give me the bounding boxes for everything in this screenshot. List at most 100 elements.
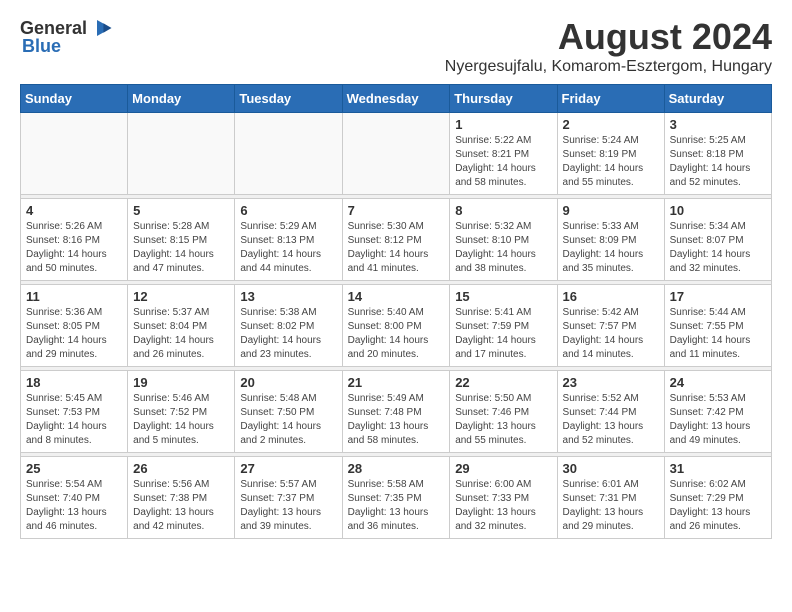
day-info: Sunrise: 6:02 AM Sunset: 7:29 PM Dayligh…: [670, 478, 766, 534]
day-number: 20: [240, 375, 336, 390]
day-cell: [21, 113, 128, 195]
day-cell: 12 Sunrise: 5:37 AM Sunset: 8:04 PM Dayli…: [128, 285, 235, 367]
header-sunday: Sunday: [21, 85, 128, 113]
day-cell: 2 Sunrise: 5:24 AM Sunset: 8:19 PM Daylig…: [557, 113, 664, 195]
day-number: 4: [26, 203, 122, 218]
day-cell: [128, 113, 235, 195]
day-info: Sunrise: 5:58 AM Sunset: 7:35 PM Dayligh…: [348, 478, 445, 534]
day-cell: 19Sunrise: 5:46 AM Sunset: 7:52 PM Dayli…: [128, 371, 235, 453]
day-number: 22: [455, 375, 551, 390]
day-cell: 13 Sunrise: 5:38 AM Sunset: 8:02 PM Dayli…: [235, 285, 342, 367]
day-number: 7: [348, 203, 445, 218]
day-number: 24: [670, 375, 766, 390]
header-saturday: Saturday: [664, 85, 771, 113]
day-cell: 23 Sunrise: 5:52 AM Sunset: 7:44 PM Dayli…: [557, 371, 664, 453]
day-number: 13: [240, 289, 336, 304]
day-info: Sunrise: 5:28 AM Sunset: 8:15 PM Dayligh…: [133, 220, 229, 276]
day-number: 29: [455, 461, 551, 476]
week-row-3: 11Sunrise: 5:36 AM Sunset: 8:05 PM Dayli…: [21, 285, 772, 367]
week-row-1: 1 Sunrise: 5:22 AM Sunset: 8:21 PM Daylig…: [21, 113, 772, 195]
day-info: Sunrise: 5:46 AM Sunset: 7:52 PM Dayligh…: [133, 392, 229, 448]
day-info: Sunrise: 5:52 AM Sunset: 7:44 PM Dayligh…: [563, 392, 659, 448]
day-info: Sunrise: 5:34 AM Sunset: 8:07 PM Dayligh…: [670, 220, 766, 276]
day-cell: 10 Sunrise: 5:34 AM Sunset: 8:07 PM Dayli…: [664, 199, 771, 281]
day-info: Sunrise: 6:01 AM Sunset: 7:31 PM Dayligh…: [563, 478, 659, 534]
day-cell: 28 Sunrise: 5:58 AM Sunset: 7:35 PM Dayli…: [342, 457, 450, 539]
day-cell: 21 Sunrise: 5:49 AM Sunset: 7:48 PM Dayli…: [342, 371, 450, 453]
page-header: General Blue August 2024 Nyergesujfalu, …: [20, 16, 772, 76]
day-cell: 5 Sunrise: 5:28 AM Sunset: 8:15 PM Daylig…: [128, 199, 235, 281]
title-area: August 2024 Nyergesujfalu, Komarom-Eszte…: [445, 16, 772, 76]
day-cell: 17 Sunrise: 5:44 AM Sunset: 7:55 PM Dayli…: [664, 285, 771, 367]
day-cell: 30Sunrise: 6:01 AM Sunset: 7:31 PM Dayli…: [557, 457, 664, 539]
week-row-4: 18 Sunrise: 5:45 AM Sunset: 7:53 PM Dayli…: [21, 371, 772, 453]
calendar-table: SundayMondayTuesdayWednesdayThursdayFrid…: [20, 84, 772, 539]
day-number: 28: [348, 461, 445, 476]
day-cell: 3Sunrise: 5:25 AM Sunset: 8:18 PM Daylig…: [664, 113, 771, 195]
day-info: Sunrise: 6:00 AM Sunset: 7:33 PM Dayligh…: [455, 478, 551, 534]
day-cell: 18 Sunrise: 5:45 AM Sunset: 7:53 PM Dayli…: [21, 371, 128, 453]
day-number: 2: [563, 117, 659, 132]
day-info: Sunrise: 5:38 AM Sunset: 8:02 PM Dayligh…: [240, 306, 336, 362]
day-info: Sunrise: 5:54 AM Sunset: 7:40 PM Dayligh…: [26, 478, 122, 534]
day-info: Sunrise: 5:50 AM Sunset: 7:46 PM Dayligh…: [455, 392, 551, 448]
day-info: Sunrise: 5:24 AM Sunset: 8:19 PM Dayligh…: [563, 134, 659, 190]
day-cell: 31Sunrise: 6:02 AM Sunset: 7:29 PM Dayli…: [664, 457, 771, 539]
day-info: Sunrise: 5:30 AM Sunset: 8:12 PM Dayligh…: [348, 220, 445, 276]
logo-icon: [89, 16, 113, 40]
day-info: Sunrise: 5:45 AM Sunset: 7:53 PM Dayligh…: [26, 392, 122, 448]
day-number: 21: [348, 375, 445, 390]
day-cell: 22 Sunrise: 5:50 AM Sunset: 7:46 PM Dayli…: [450, 371, 557, 453]
day-info: Sunrise: 5:40 AM Sunset: 8:00 PM Dayligh…: [348, 306, 445, 362]
day-number: 17: [670, 289, 766, 304]
day-info: Sunrise: 5:44 AM Sunset: 7:55 PM Dayligh…: [670, 306, 766, 362]
week-row-5: 25 Sunrise: 5:54 AM Sunset: 7:40 PM Dayli…: [21, 457, 772, 539]
header-tuesday: Tuesday: [235, 85, 342, 113]
day-cell: [342, 113, 450, 195]
day-info: Sunrise: 5:49 AM Sunset: 7:48 PM Dayligh…: [348, 392, 445, 448]
day-number: 14: [348, 289, 445, 304]
day-cell: 24 Sunrise: 5:53 AM Sunset: 7:42 PM Dayli…: [664, 371, 771, 453]
day-info: Sunrise: 5:26 AM Sunset: 8:16 PM Dayligh…: [26, 220, 122, 276]
day-cell: 20 Sunrise: 5:48 AM Sunset: 7:50 PM Dayli…: [235, 371, 342, 453]
day-info: Sunrise: 5:29 AM Sunset: 8:13 PM Dayligh…: [240, 220, 336, 276]
day-cell: 1 Sunrise: 5:22 AM Sunset: 8:21 PM Daylig…: [450, 113, 557, 195]
day-cell: 9 Sunrise: 5:33 AM Sunset: 8:09 PM Daylig…: [557, 199, 664, 281]
day-number: 9: [563, 203, 659, 218]
day-info: Sunrise: 5:57 AM Sunset: 7:37 PM Dayligh…: [240, 478, 336, 534]
day-number: 5: [133, 203, 229, 218]
day-info: Sunrise: 5:56 AM Sunset: 7:38 PM Dayligh…: [133, 478, 229, 534]
logo-blue: Blue: [22, 36, 61, 57]
day-cell: 4 Sunrise: 5:26 AM Sunset: 8:16 PM Daylig…: [21, 199, 128, 281]
day-info: Sunrise: 5:48 AM Sunset: 7:50 PM Dayligh…: [240, 392, 336, 448]
day-number: 8: [455, 203, 551, 218]
day-cell: 8 Sunrise: 5:32 AM Sunset: 8:10 PM Daylig…: [450, 199, 557, 281]
header-wednesday: Wednesday: [342, 85, 450, 113]
day-cell: 27Sunrise: 5:57 AM Sunset: 7:37 PM Dayli…: [235, 457, 342, 539]
day-cell: [235, 113, 342, 195]
header-thursday: Thursday: [450, 85, 557, 113]
day-cell: 6 Sunrise: 5:29 AM Sunset: 8:13 PM Daylig…: [235, 199, 342, 281]
day-info: Sunrise: 5:42 AM Sunset: 7:57 PM Dayligh…: [563, 306, 659, 362]
day-number: 6: [240, 203, 336, 218]
day-info: Sunrise: 5:53 AM Sunset: 7:42 PM Dayligh…: [670, 392, 766, 448]
day-info: Sunrise: 5:33 AM Sunset: 8:09 PM Dayligh…: [563, 220, 659, 276]
day-cell: 26 Sunrise: 5:56 AM Sunset: 7:38 PM Dayli…: [128, 457, 235, 539]
day-number: 11: [26, 289, 122, 304]
day-number: 1: [455, 117, 551, 132]
day-number: 18: [26, 375, 122, 390]
header-friday: Friday: [557, 85, 664, 113]
day-info: Sunrise: 5:37 AM Sunset: 8:04 PM Dayligh…: [133, 306, 229, 362]
day-number: 3: [670, 117, 766, 132]
day-number: 23: [563, 375, 659, 390]
day-cell: 14 Sunrise: 5:40 AM Sunset: 8:00 PM Dayli…: [342, 285, 450, 367]
day-number: 10: [670, 203, 766, 218]
day-info: Sunrise: 5:22 AM Sunset: 8:21 PM Dayligh…: [455, 134, 551, 190]
day-number: 25: [26, 461, 122, 476]
day-number: 26: [133, 461, 229, 476]
month-title: August 2024: [445, 16, 772, 58]
day-number: 12: [133, 289, 229, 304]
day-cell: 11Sunrise: 5:36 AM Sunset: 8:05 PM Dayli…: [21, 285, 128, 367]
day-info: Sunrise: 5:41 AM Sunset: 7:59 PM Dayligh…: [455, 306, 551, 362]
day-info: Sunrise: 5:32 AM Sunset: 8:10 PM Dayligh…: [455, 220, 551, 276]
